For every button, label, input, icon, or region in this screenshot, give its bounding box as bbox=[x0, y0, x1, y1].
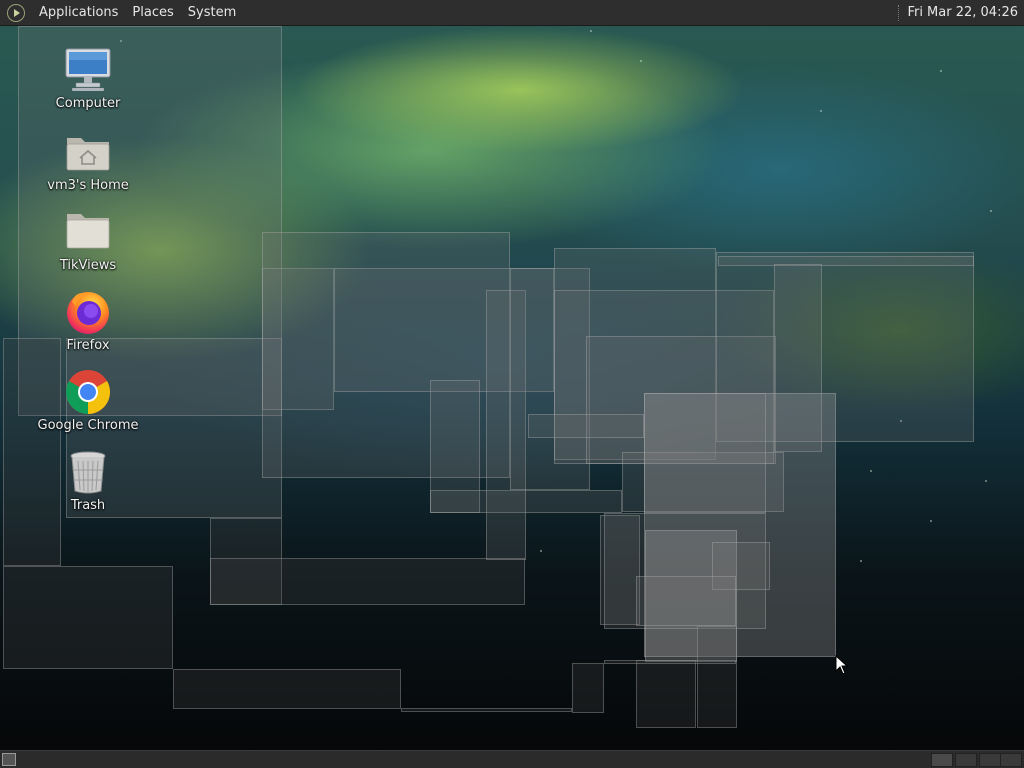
computer-icon bbox=[64, 46, 112, 94]
desktop-icon-label: Computer bbox=[55, 96, 121, 111]
desktop-icon-label: Firefox bbox=[66, 338, 110, 353]
menu-places[interactable]: Places bbox=[125, 0, 180, 25]
desktop-icon-chrome[interactable]: Google Chrome bbox=[36, 368, 140, 433]
main-menu-logo-icon[interactable] bbox=[7, 3, 25, 22]
workspace-switcher-2[interactable] bbox=[955, 753, 977, 767]
menu-system[interactable]: System bbox=[181, 0, 243, 25]
workspace-switcher-3[interactable] bbox=[979, 753, 1001, 767]
desktop-icon-computer[interactable]: Computer bbox=[36, 46, 140, 111]
desktop-icon-label: TikViews bbox=[59, 258, 117, 273]
chrome-icon bbox=[64, 368, 112, 416]
desktop-icon-firefox[interactable]: Firefox bbox=[36, 288, 140, 353]
home-folder-icon bbox=[64, 128, 112, 176]
mouse-cursor-icon bbox=[835, 654, 849, 675]
desktop-icon-home[interactable]: vm3's Home bbox=[36, 128, 140, 193]
desktop-icon-trash[interactable]: Trash bbox=[36, 448, 140, 513]
workspace-switcher-1[interactable] bbox=[931, 753, 953, 767]
desktop-icon-label: Google Chrome bbox=[37, 418, 139, 433]
desktop-icon-label: vm3's Home bbox=[47, 178, 129, 193]
clock[interactable]: Fri Mar 22, 04:26 bbox=[907, 5, 1024, 20]
desktop-icon-label: Trash bbox=[70, 498, 106, 513]
firefox-icon bbox=[64, 288, 112, 336]
bottom-panel bbox=[0, 750, 1024, 768]
panel-separator bbox=[898, 4, 901, 21]
trash-icon bbox=[64, 448, 112, 496]
menu-applications[interactable]: Applications bbox=[32, 0, 125, 25]
top-panel: Applications Places System Fri Mar 22, 0… bbox=[0, 0, 1024, 26]
show-desktop-button[interactable] bbox=[2, 753, 16, 766]
workspace-switcher-4[interactable] bbox=[1000, 753, 1022, 767]
folder-icon bbox=[64, 208, 112, 256]
desktop-icon-tikviews[interactable]: TikViews bbox=[36, 208, 140, 273]
